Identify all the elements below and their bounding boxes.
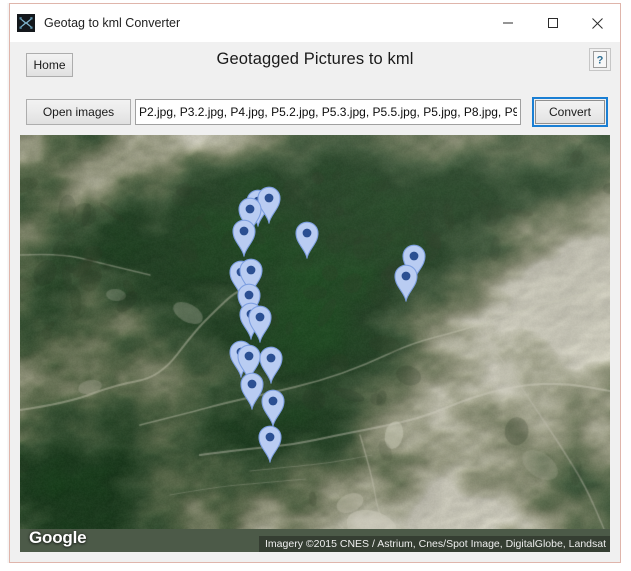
marker-p5-2[interactable]	[231, 217, 257, 257]
marker-layer	[20, 135, 610, 552]
open-images-button[interactable]: Open images	[26, 99, 131, 125]
map-pin-icon	[232, 219, 256, 257]
map-pin-icon	[258, 425, 282, 463]
minimize-icon[interactable]	[485, 4, 530, 42]
marker-p16[interactable]	[257, 423, 283, 463]
svg-text:?: ?	[597, 55, 604, 67]
maximize-icon[interactable]	[530, 4, 575, 42]
map-pin-icon	[248, 305, 272, 343]
map-attribution: Imagery ©2015 CNES / Astrium, Cnes/Spot …	[259, 536, 610, 552]
crossed-tools-icon	[17, 14, 35, 32]
convert-button[interactable]: Convert	[535, 100, 605, 124]
close-icon[interactable]	[575, 4, 620, 42]
application-window: Geotag to kml Converter Home Geotagged P…	[9, 3, 621, 563]
controls-row: Open images P2.jpg, P3.2.jpg, P4.jpg, P5…	[10, 89, 620, 135]
marker-p15[interactable]	[260, 387, 286, 427]
selected-files-input[interactable]: P2.jpg, P3.2.jpg, P4.jpg, P5.2.jpg, P5.3…	[135, 99, 521, 125]
window-title: Geotag to kml Converter	[44, 16, 181, 30]
selected-files-value: P2.jpg, P3.2.jpg, P4.jpg, P5.2.jpg, P5.3…	[139, 105, 517, 119]
map-view[interactable]: Google Imagery ©2015 CNES / Astrium, Cne…	[20, 135, 610, 552]
question-mark-icon: ?	[593, 51, 607, 68]
page-title: Geotagged Pictures to kml	[216, 50, 414, 68]
google-logo: Google	[29, 528, 87, 547]
window-controls	[485, 4, 620, 42]
map-pin-icon	[295, 221, 319, 259]
marker-p10[interactable]	[247, 303, 273, 343]
map-pin-icon	[261, 389, 285, 427]
header-row: Home Geotagged Pictures to kml ?	[10, 42, 620, 89]
marker-p18[interactable]	[393, 262, 419, 302]
marker-p5-3[interactable]	[294, 219, 320, 259]
help-button[interactable]: ?	[589, 48, 611, 71]
convert-button-focus-ring: Convert	[532, 97, 608, 127]
map-pin-icon	[394, 264, 418, 302]
title-bar[interactable]: Geotag to kml Converter	[10, 4, 620, 42]
